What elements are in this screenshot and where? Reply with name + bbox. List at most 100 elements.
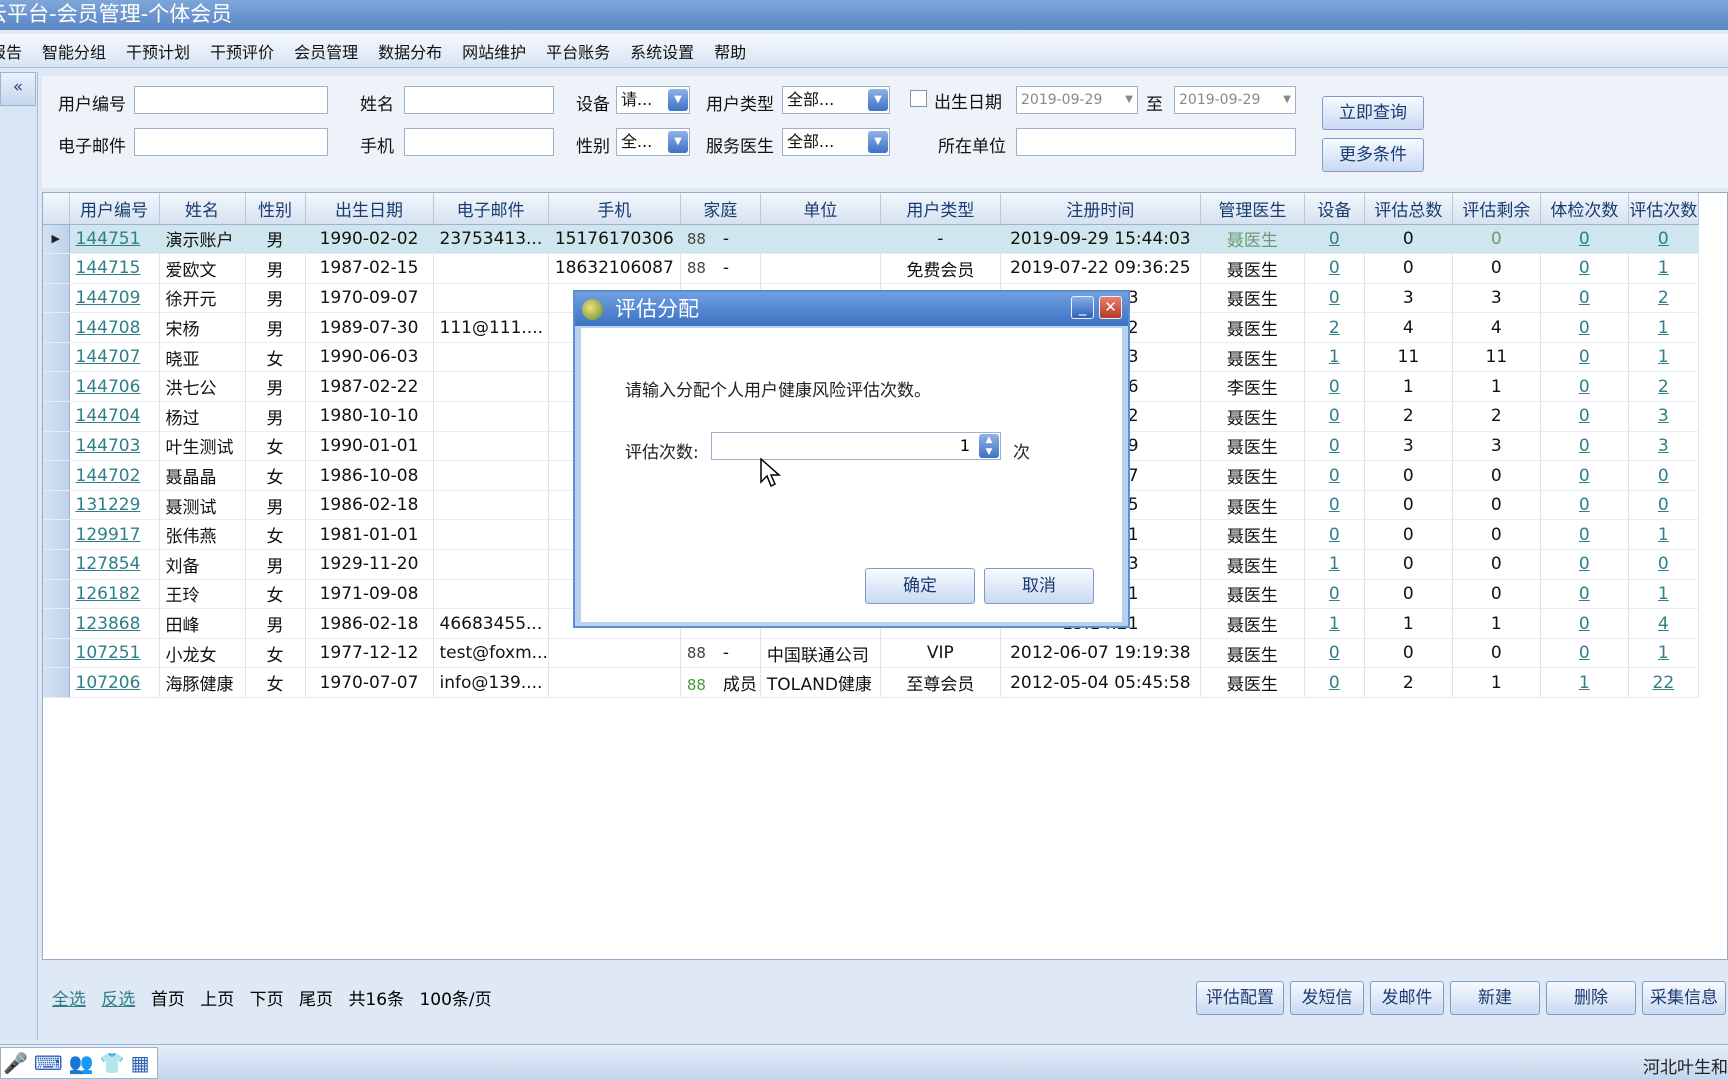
table-cell-id[interactable]: 144706: [69, 371, 160, 403]
collapse-sidebar-button[interactable]: «: [0, 72, 36, 106]
row-indicator[interactable]: [43, 342, 70, 373]
last-page-link[interactable]: 尾页: [299, 990, 333, 1010]
column-header[interactable]: 手机: [548, 193, 681, 225]
invert-selection-link[interactable]: 反选: [101, 990, 135, 1010]
keyboard-icon[interactable]: ⌨: [34, 1051, 63, 1075]
table-cell-assess[interactable]: 1: [1628, 253, 1699, 284]
column-header[interactable]: 家庭: [680, 193, 761, 225]
table-cell-assess[interactable]: 1: [1628, 342, 1699, 373]
table-cell-device[interactable]: 0: [1304, 519, 1365, 551]
ok-button[interactable]: 确定: [865, 568, 975, 604]
table-cell-id[interactable]: 129917: [69, 519, 160, 551]
menu-item-system-settings[interactable]: 系统设置: [620, 39, 704, 63]
table-cell-assess[interactable]: 0: [1628, 460, 1699, 491]
menu-item-member-manage[interactable]: 会员管理: [284, 39, 368, 63]
table-cell-device[interactable]: 0: [1304, 579, 1365, 610]
table-cell-exam[interactable]: 0: [1540, 253, 1629, 284]
table-cell-assess[interactable]: 3: [1628, 401, 1699, 432]
table-cell-id[interactable]: 123868: [69, 608, 160, 639]
column-header[interactable]: 评估剩余: [1452, 193, 1541, 225]
menu-item-data-distribution[interactable]: 数据分布: [368, 39, 452, 63]
minimize-icon[interactable]: _: [1071, 296, 1094, 319]
row-indicator[interactable]: [43, 638, 70, 669]
column-header[interactable]: 单位: [760, 193, 881, 225]
column-header[interactable]: 管理医生: [1200, 193, 1305, 225]
new-button[interactable]: 新建: [1450, 981, 1540, 1015]
table-cell-id[interactable]: 144708: [69, 312, 160, 343]
shirt-icon[interactable]: 👕: [100, 1051, 125, 1075]
table-row[interactable]: 107251 小龙女女 1977-12-12 test@foxm... 88- 中国联通公…: [43, 638, 1699, 669]
user-id-input[interactable]: [134, 86, 328, 114]
select-all-link[interactable]: 全选: [52, 990, 86, 1010]
date-to-input[interactable]: 2019-09-29 ▼: [1174, 86, 1296, 114]
table-cell-device[interactable]: 0: [1304, 283, 1365, 314]
table-cell-id[interactable]: 107251: [69, 638, 160, 669]
row-indicator[interactable]: [43, 490, 70, 521]
table-cell-id[interactable]: 144707: [69, 342, 160, 373]
row-indicator[interactable]: [43, 460, 70, 491]
column-header[interactable]: 评估总数: [1364, 193, 1453, 225]
users-icon[interactable]: 👥: [69, 1051, 94, 1075]
table-row[interactable]: ▶ 144751 演示账户男 1990-02-02 23753413... 1517617…: [43, 224, 1699, 255]
row-indicator[interactable]: [43, 519, 70, 551]
row-indicator[interactable]: [43, 371, 70, 403]
row-indicator[interactable]: [43, 401, 70, 432]
table-cell-id[interactable]: 126182: [69, 579, 160, 610]
table-cell-device[interactable]: 0: [1304, 371, 1365, 403]
email-input[interactable]: [134, 128, 328, 156]
table-row[interactable]: 144715 爱欧文男 1987-02-15 18632106087 88- 免费会员 20…: [43, 253, 1699, 284]
column-header[interactable]: 出生日期: [305, 193, 434, 225]
row-indicator[interactable]: [43, 549, 70, 580]
name-input[interactable]: [404, 86, 554, 114]
row-indicator[interactable]: [43, 253, 70, 284]
spinner-icon[interactable]: ▲ ▼: [979, 434, 999, 458]
menu-item-smart-group[interactable]: 智能分组: [32, 39, 116, 63]
collect-info-button[interactable]: 采集信息: [1642, 981, 1726, 1015]
table-cell-assess[interactable]: 1: [1628, 519, 1699, 551]
unit-input[interactable]: [1016, 128, 1296, 156]
family-icon[interactable]: 88: [687, 676, 723, 694]
row-indicator[interactable]: [43, 608, 70, 639]
table-cell-id[interactable]: 144704: [69, 401, 160, 432]
first-page-link[interactable]: 首页: [151, 990, 185, 1010]
assessment-config-button[interactable]: 评估配置: [1196, 981, 1284, 1015]
row-indicator[interactable]: [43, 431, 70, 462]
table-cell-exam[interactable]: 1: [1540, 667, 1629, 698]
send-email-button[interactable]: 发邮件: [1370, 981, 1444, 1015]
table-cell-id[interactable]: 144715: [69, 253, 160, 284]
delete-button[interactable]: 删除: [1546, 981, 1636, 1015]
menu-item-intervention-eval[interactable]: 干预评价: [200, 39, 284, 63]
table-cell-device[interactable]: 0: [1304, 401, 1365, 432]
query-button[interactable]: 立即查询: [1322, 96, 1424, 130]
table-cell-exam[interactable]: 0: [1540, 608, 1629, 639]
table-cell-device[interactable]: 0: [1304, 224, 1365, 255]
table-cell-device[interactable]: 2: [1304, 312, 1365, 343]
assessment-count-input[interactable]: 1 ▲ ▼: [711, 432, 1001, 460]
table-cell-id[interactable]: 144702: [69, 460, 160, 491]
table-cell-device[interactable]: 0: [1304, 253, 1365, 284]
device-select[interactable]: 请... ▼: [616, 86, 690, 114]
date-from-input[interactable]: 2019-09-29 ▼: [1016, 86, 1138, 114]
table-cell-assess[interactable]: 2: [1628, 371, 1699, 403]
table-cell-assess[interactable]: 3: [1628, 431, 1699, 462]
menu-item-intervention-plan[interactable]: 干预计划: [116, 39, 200, 63]
row-indicator[interactable]: [43, 312, 70, 343]
table-cell-assess[interactable]: 22: [1628, 667, 1699, 698]
table-cell-id[interactable]: 144703: [69, 431, 160, 462]
table-cell-device[interactable]: 0: [1304, 490, 1365, 521]
table-cell-exam[interactable]: 0: [1540, 431, 1629, 462]
table-cell-device[interactable]: 1: [1304, 342, 1365, 373]
table-cell-assess[interactable]: 1: [1628, 638, 1699, 669]
menu-item-site-maintenance[interactable]: 网站维护: [452, 39, 536, 63]
next-page-link[interactable]: 下页: [250, 990, 284, 1010]
birth-date-checkbox[interactable]: [910, 90, 927, 107]
family-icon[interactable]: 88: [687, 259, 723, 277]
table-cell-assess[interactable]: 0: [1628, 490, 1699, 521]
table-cell-exam[interactable]: 0: [1540, 460, 1629, 491]
table-cell-device[interactable]: 0: [1304, 667, 1365, 698]
table-cell-exam[interactable]: 0: [1540, 638, 1629, 669]
column-header[interactable]: 用户类型: [880, 193, 1001, 225]
table-cell-device[interactable]: 1: [1304, 549, 1365, 580]
table-cell-exam[interactable]: 0: [1540, 342, 1629, 373]
column-header[interactable]: 设备: [1304, 193, 1365, 225]
